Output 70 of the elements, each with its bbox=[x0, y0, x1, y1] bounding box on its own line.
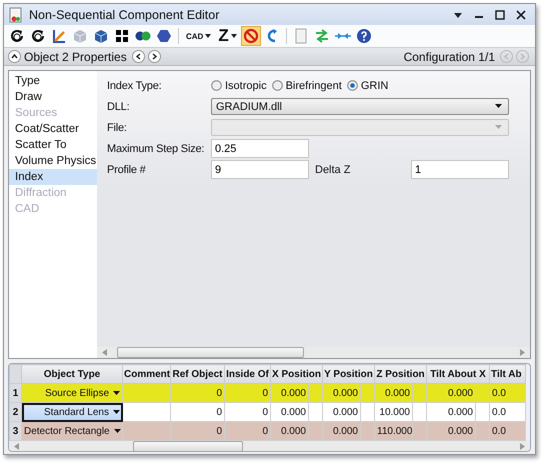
scroll-left-icon[interactable] bbox=[14, 443, 20, 450]
document-icon bbox=[9, 6, 23, 22]
next-icon[interactable] bbox=[148, 50, 161, 63]
dll-label: DLL: bbox=[107, 100, 130, 112]
caret-icon bbox=[205, 34, 212, 38]
caret-icon bbox=[495, 125, 502, 130]
swap-arrows-icon bbox=[314, 28, 330, 44]
column-header[interactable]: Y Position bbox=[322, 364, 374, 384]
object-type-cell[interactable]: Standard Lens bbox=[22, 402, 122, 422]
sidebar-item[interactable]: Scatter To bbox=[9, 137, 97, 153]
file-label: File: bbox=[107, 122, 128, 134]
menu-button[interactable]: CAD bbox=[183, 26, 214, 46]
maximize-icon[interactable] bbox=[494, 8, 506, 20]
radio-button[interactable] bbox=[211, 80, 222, 91]
radio-option[interactable]: Birefringent bbox=[272, 80, 342, 92]
close-icon[interactable] bbox=[515, 8, 527, 20]
refresh-icon bbox=[9, 28, 25, 44]
profile-field[interactable]: 9 bbox=[211, 160, 309, 179]
sidebar-item[interactable]: Volume Physics bbox=[9, 153, 97, 169]
caret-icon bbox=[230, 34, 237, 38]
caret-icon bbox=[495, 104, 502, 109]
horizontal-scrollbar[interactable] bbox=[97, 347, 530, 358]
scroll-right-icon[interactable] bbox=[519, 349, 525, 356]
column-header[interactable]: Inside Of bbox=[224, 364, 270, 384]
properties-title: Object 2 Properties bbox=[24, 50, 127, 64]
help-icon bbox=[356, 28, 372, 44]
previous-icon[interactable] bbox=[132, 50, 145, 63]
max-step-label: Maximum Step Size: bbox=[107, 142, 206, 154]
column-header[interactable]: Tilt About X bbox=[426, 364, 490, 384]
caret-icon bbox=[113, 410, 120, 414]
refresh-icon bbox=[30, 28, 46, 44]
caret-icon bbox=[114, 428, 121, 434]
column-header[interactable]: Ref Object bbox=[170, 364, 224, 384]
sidebar-item[interactable]: Coat/Scatter bbox=[9, 121, 97, 137]
max-step-field[interactable]: 0.25 bbox=[211, 139, 309, 158]
no-entry-button[interactable] bbox=[240, 26, 261, 46]
axes-icon bbox=[51, 28, 67, 44]
sidebar-item[interactable]: Index bbox=[9, 169, 97, 185]
radio-option[interactable]: GRIN bbox=[346, 80, 388, 92]
collapse-icon[interactable] bbox=[8, 50, 21, 63]
dll-dropdown[interactable]: GRADIUM.dll bbox=[211, 98, 509, 115]
column-header[interactable]: Object Type bbox=[22, 364, 122, 384]
no-entry-icon bbox=[242, 28, 259, 44]
column-header[interactable]: Tilt Ab bbox=[490, 364, 526, 384]
menu-button[interactable]: Z bbox=[215, 26, 240, 46]
sidebar-item[interactable]: Draw bbox=[9, 89, 97, 105]
sidebar-item[interactable]: Type bbox=[9, 73, 97, 89]
scroll-left-icon[interactable] bbox=[102, 349, 108, 356]
column-header[interactable]: Z Position bbox=[374, 364, 426, 384]
row-number: 2 bbox=[10, 402, 22, 422]
configuration-label: Configuration 1/1 bbox=[404, 50, 495, 64]
row-number: 3 bbox=[10, 422, 22, 440]
window-title: Non-Sequential Component Editor bbox=[29, 8, 220, 22]
horizontal-scrollbar[interactable] bbox=[9, 441, 530, 451]
radio-button[interactable] bbox=[272, 80, 283, 91]
delta-z-label: Delta Z bbox=[314, 164, 352, 176]
radio-option[interactable]: Isotropic bbox=[211, 80, 267, 92]
scroll-right-icon[interactable] bbox=[519, 443, 525, 450]
radio-button[interactable] bbox=[346, 80, 358, 91]
index-type-label: Index Type: bbox=[107, 80, 162, 92]
row-number: 1 bbox=[10, 384, 22, 402]
hexagon-icon bbox=[156, 28, 172, 44]
cube-icon bbox=[72, 28, 88, 44]
profile-label: Profile # bbox=[107, 164, 147, 176]
cube-icon bbox=[93, 28, 109, 44]
delta-z-field[interactable]: 1 bbox=[411, 160, 509, 179]
column-header[interactable]: X Position bbox=[270, 364, 322, 384]
page-icon bbox=[294, 28, 308, 44]
caret-icon bbox=[113, 390, 120, 396]
grid-icon bbox=[114, 28, 130, 44]
